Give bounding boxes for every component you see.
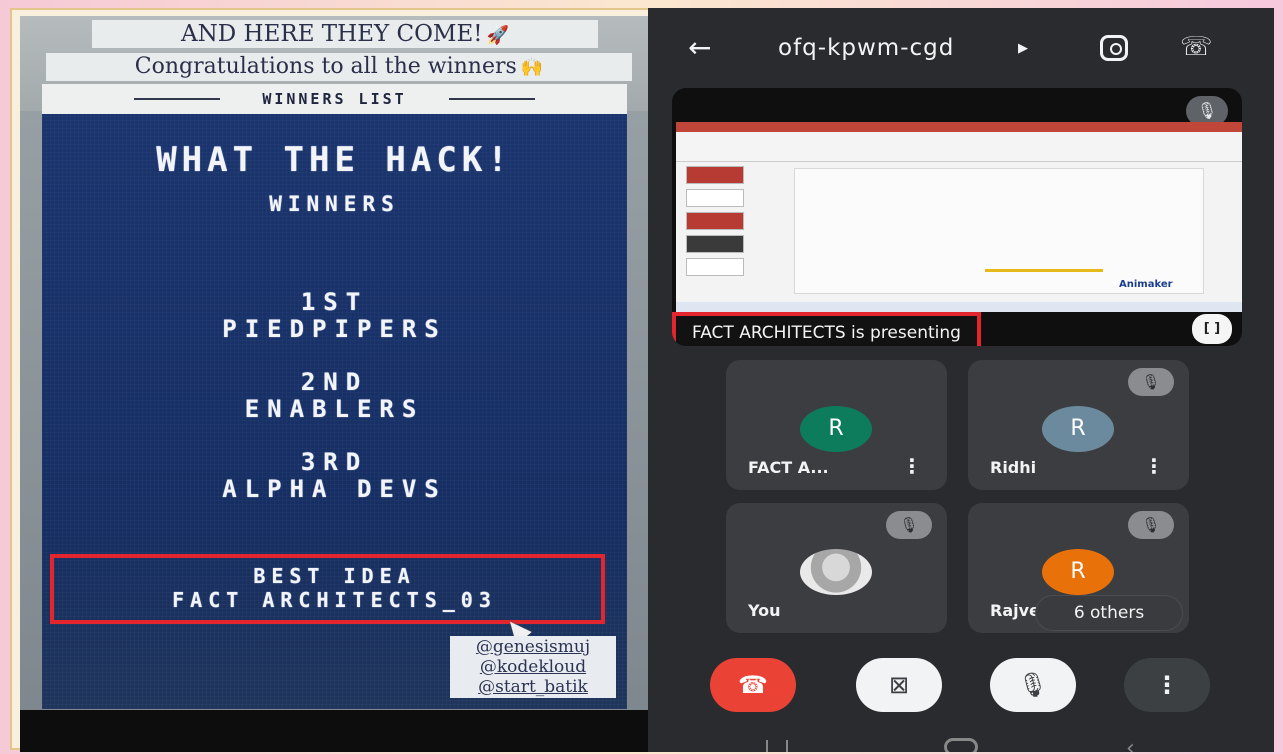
caption-1-text: AND HERE THEY COME! [181, 21, 483, 47]
more-vert-icon[interactable]: ⋮ [902, 454, 922, 478]
raised-hands-icon: 🙌 [520, 57, 544, 78]
more-vert-icon[interactable]: ⋮ [1144, 454, 1164, 478]
others-chip[interactable]: 6 others [1036, 596, 1182, 630]
more-options-button[interactable]: ⋮ [1124, 658, 1210, 712]
presenting-label: FACT ARCHITECTS is presenting [672, 312, 981, 346]
back-chevron-icon[interactable]: ‹ [1126, 736, 1135, 752]
winners-list-bar: WINNERS LIST [42, 84, 627, 114]
second-place: 2ND ENABLERS [42, 369, 627, 423]
slide-thumbnail [686, 189, 744, 207]
place-rank: 1ST [300, 288, 369, 316]
audio-output-icon[interactable]: ☏ [1180, 32, 1213, 62]
shared-screen: Animaker [676, 122, 1242, 312]
mic-off-icon: 🎙 [1128, 511, 1174, 539]
poster-title: WHAT THE HACK! [156, 140, 513, 180]
divider [448, 98, 535, 100]
call-top-bar: ← ofq-kpwm-cgd ▶ ☏ [648, 8, 1274, 83]
best-idea-label: BEST IDEA [253, 564, 416, 588]
divider [134, 98, 221, 100]
switch-camera-icon[interactable] [1100, 35, 1128, 61]
avatar: R [1042, 549, 1114, 595]
android-nav-bar: ‹ [648, 732, 1274, 752]
recents-icon[interactable] [766, 740, 788, 752]
slide-thumbnail [686, 258, 744, 276]
story-bottom-bar [20, 710, 648, 752]
mention-link[interactable]: @genesismuj [450, 637, 616, 657]
story-caption-1: AND HERE THEY COME! 🚀 [92, 20, 598, 48]
place-rank: 2ND [300, 368, 369, 396]
poster-subtitle: WINNERS [269, 192, 400, 216]
story-caption-2: Congratulations to all the winners 🙌 [46, 53, 632, 81]
participant-tile[interactable]: 🎙 R Ridhi ⋮ [968, 360, 1189, 490]
taskbar [676, 302, 1242, 312]
app-ribbon [676, 122, 1242, 162]
fullscreen-icon[interactable]: [ ] [1192, 314, 1232, 344]
participant-tile[interactable]: R FACT A... ⋮ [726, 360, 947, 490]
avatar-photo [800, 549, 872, 595]
meet-call-screen: ← ofq-kpwm-cgd ▶ ☏ 🎙 Animaker FACT ARCHI… [648, 8, 1274, 752]
mic-off-icon: 🎙 [886, 511, 932, 539]
slide-canvas: Animaker [794, 168, 1204, 294]
best-idea: BEST IDEA FACT ARCHITECTS_03 [42, 564, 627, 612]
camera-off-button[interactable]: ⊠ [856, 658, 942, 712]
animaker-logo: Animaker [1119, 279, 1173, 290]
back-arrow-icon[interactable]: ← [688, 34, 711, 62]
caption-2-text: Congratulations to all the winners [134, 54, 517, 79]
place-team: ENABLERS [244, 395, 425, 423]
place-team: ALPHA DEVS [222, 475, 447, 503]
participant-name: You [748, 601, 781, 620]
progress-line [985, 269, 1103, 272]
mic-off-icon: 🎙 [1128, 368, 1174, 396]
avatar: R [1042, 406, 1114, 452]
slide-thumbnails [680, 166, 746, 296]
presentation-tile[interactable]: 🎙 Animaker FACT ARCHITECTS is presenting… [672, 88, 1242, 346]
winners-poster: WINNERS LIST WHAT THE HACK! WINNERS 1ST … [42, 84, 627, 709]
slide-thumbnail [686, 166, 744, 184]
instagram-story: AND HERE THEY COME! 🚀 Congratulations to … [20, 16, 648, 752]
slide-thumbnail [686, 235, 744, 253]
avatar: R [800, 406, 872, 452]
third-place: 3RD ALPHA DEVS [42, 449, 627, 503]
slide-thumbnail [686, 212, 744, 230]
home-icon[interactable] [944, 738, 978, 752]
participant-tile[interactable]: 🎙 You [726, 503, 947, 633]
mention-handles: @genesismuj @kodekloud @start_batik [450, 636, 616, 698]
rocket-icon: 🚀 [486, 25, 509, 46]
meeting-code[interactable]: ofq-kpwm-cgd [778, 35, 954, 61]
first-place: 1ST PIEDPIPERS [42, 289, 627, 343]
mention-link[interactable]: @start_batik [450, 677, 616, 697]
participant-name: Ridhi [990, 458, 1037, 477]
place-team: PIEDPIPERS [222, 315, 447, 343]
mention-link[interactable]: @kodekloud [450, 657, 616, 677]
mic-off-button[interactable]: 🎙 [990, 658, 1076, 712]
winners-list-heading: WINNERS LIST [262, 90, 407, 108]
caret-right-icon[interactable]: ▶ [1018, 41, 1028, 56]
participant-name: FACT A... [748, 458, 829, 477]
place-rank: 3RD [300, 448, 369, 476]
end-call-button[interactable]: ☎ [710, 658, 796, 712]
best-idea-team: FACT ARCHITECTS_03 [172, 588, 497, 612]
